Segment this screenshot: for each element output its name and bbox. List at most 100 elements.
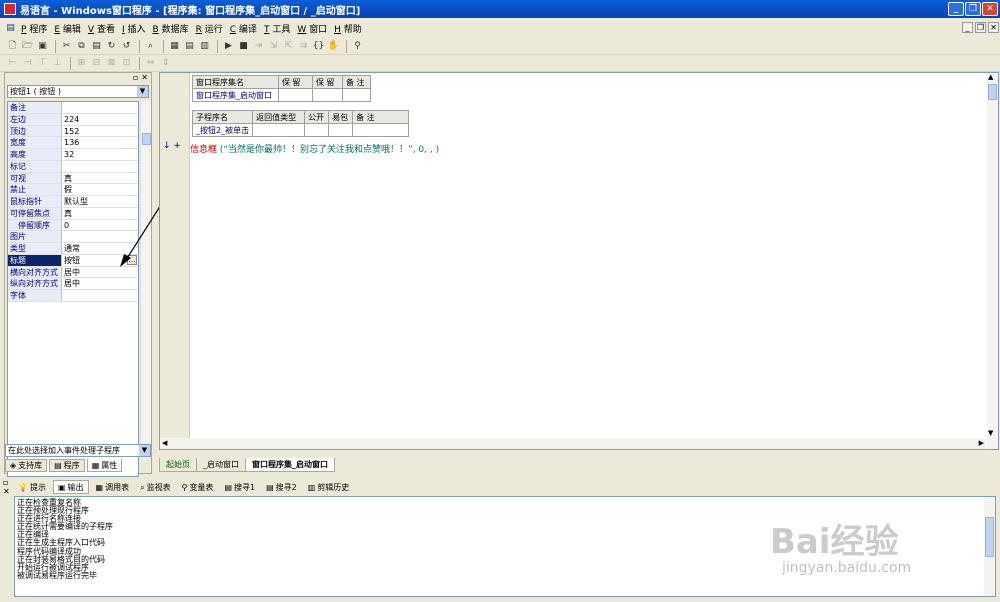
menu-view[interactable]: V 查看 xyxy=(88,22,115,35)
space-h-icon[interactable]: ⊡ xyxy=(120,57,133,70)
mdi-close-button[interactable]: ✕ xyxy=(988,22,999,33)
layout2-icon[interactable]: ▤ xyxy=(183,40,196,53)
chevron-down-icon[interactable]: ▼ xyxy=(139,445,150,456)
tab-search2[interactable]: ▤ 搜寻2 xyxy=(262,480,301,494)
editor-horizontal-scrollbar[interactable]: ◀ ▶ xyxy=(160,438,986,449)
panel-close-icon[interactable]: ✕ xyxy=(3,487,10,496)
step-into-icon[interactable]: ⇲ xyxy=(267,40,280,53)
scroll-down-icon[interactable]: ▼ xyxy=(988,429,993,437)
stop-icon[interactable]: ■ xyxy=(237,40,250,53)
cut-icon[interactable]: ✂ xyxy=(60,40,73,53)
run-icon[interactable]: ▶ xyxy=(222,40,235,53)
assembly-name-cell[interactable]: 窗口程序集_启动窗口 xyxy=(192,88,279,102)
tab-search1[interactable]: ▤ 搜寻1 xyxy=(220,480,259,494)
new-file-icon[interactable]: 🗋 xyxy=(6,40,19,53)
property-value[interactable] xyxy=(62,290,138,301)
menu-insert[interactable]: I 插入 xyxy=(122,22,146,35)
menu-database[interactable]: B 数据库 xyxy=(153,22,189,35)
panel-pin-icon[interactable]: ▫ xyxy=(133,73,138,83)
menu-help[interactable]: H 帮助 xyxy=(334,22,362,35)
align-center-icon[interactable]: ⊣ xyxy=(21,57,34,70)
assembly-header-reserved: 保 留 xyxy=(278,75,313,89)
tab-support-library[interactable]: ◈ 支持库 xyxy=(5,459,48,472)
sub-cell[interactable] xyxy=(252,123,306,137)
center-h-icon[interactable]: ⇔ xyxy=(144,57,157,70)
property-value[interactable] xyxy=(62,102,138,113)
panel-pin-icon[interactable]: ▫ xyxy=(3,478,10,487)
property-value[interactable]: 224 xyxy=(62,114,138,125)
scrollbar-thumb[interactable] xyxy=(985,517,994,557)
open-file-icon[interactable]: 🗁 xyxy=(21,40,34,53)
menu-edit[interactable]: E 编辑 xyxy=(54,22,81,35)
tab-properties[interactable]: ▦ 属性 xyxy=(86,459,123,472)
panel-close-icon[interactable]: ✕ xyxy=(141,73,148,83)
mdi-minimize-button[interactable]: _ xyxy=(962,22,973,33)
undo-icon[interactable]: ↺ xyxy=(120,40,133,53)
scroll-up-icon[interactable]: ▲ xyxy=(988,73,993,81)
chevron-down-icon[interactable]: ▼ xyxy=(137,86,148,97)
event-selector[interactable]: 在此处选择加入事件处理子程序 ▼ xyxy=(5,444,151,457)
assembly-cell[interactable] xyxy=(312,88,343,102)
align-left-icon[interactable]: ⊢ xyxy=(6,57,19,70)
find-icon[interactable]: ⌕ xyxy=(144,40,157,53)
tab-startup-window[interactable]: _启动窗口 xyxy=(196,458,246,472)
property-row[interactable]: 纵向对齐方式 居中 xyxy=(8,278,138,290)
output-scrollbar[interactable] xyxy=(984,497,995,596)
center-v-icon[interactable]: ⇕ xyxy=(159,57,172,70)
step-over-icon[interactable]: ⇉ xyxy=(297,40,310,53)
property-value[interactable]: 居中 xyxy=(62,278,138,289)
property-row[interactable]: 字体 xyxy=(8,290,138,302)
sub-cell[interactable] xyxy=(304,123,330,137)
restore-button[interactable]: ❐ xyxy=(965,2,981,16)
tab-variables[interactable]: ⚲ 变量表 xyxy=(178,480,218,494)
menu-program[interactable]: P 程序 xyxy=(21,22,47,35)
tab-watch[interactable]: ⌕ 监视表 xyxy=(136,480,174,494)
layout3-icon[interactable]: ▥ xyxy=(198,40,211,53)
save-icon[interactable]: ▣ xyxy=(36,40,49,53)
code-line[interactable]: 信息框 (“当然是你最帅！！别忘了关注我和点赞哦！！”, 0, , ) xyxy=(190,142,439,155)
menu-run[interactable]: R 运行 xyxy=(196,22,223,35)
menu-compile[interactable]: C 编译 xyxy=(230,22,257,35)
scroll-right-icon[interactable]: ▶ xyxy=(979,439,984,447)
layout-icon[interactable]: ▦ xyxy=(168,40,181,53)
assembly-cell[interactable] xyxy=(342,88,371,102)
align-right-icon[interactable]: ⊤ xyxy=(36,57,49,70)
scrollbar-thumb[interactable] xyxy=(988,84,997,100)
align-top-icon[interactable]: ⊥ xyxy=(51,57,64,70)
tab-hints[interactable]: 💡 提示 xyxy=(14,480,50,494)
tab-window-assembly[interactable]: 窗口程序集_启动窗口 xyxy=(245,458,335,472)
paste-icon[interactable]: ▤ xyxy=(90,40,103,53)
scroll-left-icon[interactable]: ◀ xyxy=(162,439,167,447)
app-menu-icon[interactable]: ▤ xyxy=(4,22,17,35)
menu-window[interactable]: W 窗口 xyxy=(297,22,327,35)
property-row[interactable]: 备注 xyxy=(8,102,138,114)
editor-gutter xyxy=(160,73,190,449)
mdi-restore-button[interactable]: ❐ xyxy=(975,22,986,33)
editor-vertical-scrollbar[interactable]: ▲ ▼ xyxy=(987,73,998,449)
close-button[interactable]: ✕ xyxy=(982,2,998,16)
sub-cell[interactable] xyxy=(352,123,410,137)
code-editor[interactable]: 窗口程序集名 保 留 保 留 备 注 窗口程序集_启动窗口 子程序名 返回值类型… xyxy=(159,72,999,450)
redo-icon[interactable]: ↻ xyxy=(105,40,118,53)
hand-icon[interactable]: ✋ xyxy=(327,40,340,53)
sub-name-cell[interactable]: _按钮2_被单击 xyxy=(191,123,254,137)
copy-icon[interactable]: ⧉ xyxy=(75,40,88,53)
assembly-cell[interactable] xyxy=(278,88,313,102)
tab-start-page[interactable]: 起始页 xyxy=(159,458,197,472)
tab-program[interactable]: ▤ 程序 xyxy=(49,459,85,472)
tab-clip-history[interactable]: ▥ 剪辑历史 xyxy=(304,480,354,494)
braces-icon[interactable]: {} xyxy=(312,40,325,53)
same-height-icon[interactable]: ⊟ xyxy=(90,57,103,70)
same-width-icon[interactable]: ⊞ xyxy=(75,57,88,70)
tab-output[interactable]: ▣ 输出 xyxy=(52,480,89,494)
menu-tools[interactable]: T 工具 xyxy=(264,22,290,35)
minimize-button[interactable]: _ xyxy=(948,2,964,16)
step-icon[interactable]: ⇥ xyxy=(252,40,265,53)
step-out-icon[interactable]: ⇱ xyxy=(282,40,295,53)
tab-call-stack[interactable]: ▦ 调用表 xyxy=(92,480,134,494)
binoculars-icon[interactable]: ⚲ xyxy=(351,40,364,53)
component-selector[interactable]: 按钮1 ( 按钮 ) ▼ xyxy=(7,85,149,98)
property-row[interactable]: 左边 224 xyxy=(8,113,138,126)
same-size-icon[interactable]: ⊠ xyxy=(105,57,118,70)
sub-cell[interactable] xyxy=(328,123,354,137)
